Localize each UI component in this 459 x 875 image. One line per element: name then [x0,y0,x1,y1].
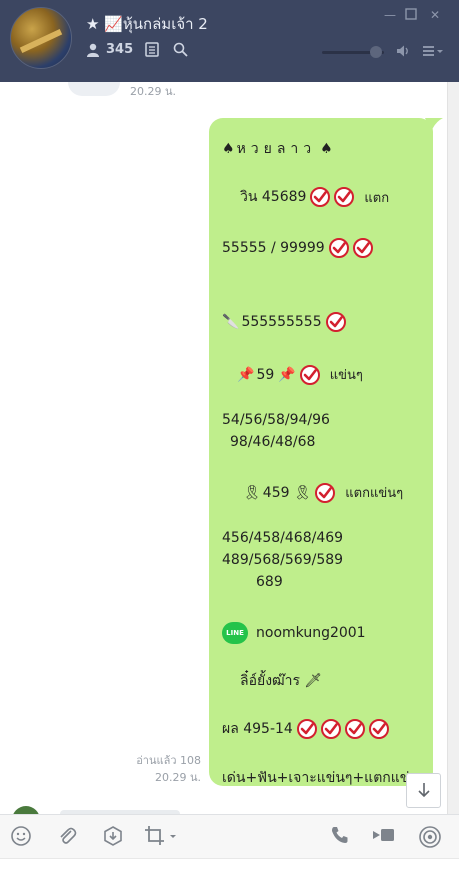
emoji-prefix: 🎗 [243,484,261,501]
message-line-text: วิน 45689 [240,189,307,205]
message-line: 🔪 555555555 [222,312,346,332]
emoji-icon[interactable] [10,825,32,851]
message-line-text: noomkung2001 [256,625,366,641]
read-time: 20.29 น. [154,771,201,784]
message-line: 54/56/58/94/96 [222,412,330,428]
emoji-prefix: 🔪 [222,314,240,330]
phone-icon[interactable] [330,825,350,849]
message-line: 689 [256,574,283,590]
volume-slider-knob[interactable] [370,46,382,58]
check-mark-icon [334,187,355,207]
emoji-suffix: 📌 [278,366,296,383]
message-line-text: 98/46/48/68 [230,434,316,450]
member-info: 345 [86,42,188,57]
message-line: วิน 45689 แตก [240,186,389,208]
check-mark-icon [320,719,341,739]
avatar[interactable] [12,806,40,814]
message-line-text: เด่น+ฟัน+เจาะแข่นๆ+แตกแข่นๆ [222,770,427,786]
message-line-suffix: แข่นๆ [329,368,363,383]
message-line-text: 489/568/569/589 [222,552,344,568]
message-line-suffix: แตก [364,190,390,206]
group-avatar[interactable] [10,7,72,69]
message-line: LINE noomkung2001 [222,622,366,644]
message-line: ผล 495-14 [222,718,389,740]
menu-icon[interactable] [422,44,444,62]
message-line: 55555 / 99999 [222,238,373,258]
message-line: 456/458/468/469 [222,530,343,546]
message-line-text: หวยลาว [236,141,317,157]
previous-message-bubble [68,82,120,96]
scrollbar[interactable] [447,82,459,814]
emoji-prefix: 📌 [237,366,255,383]
close-icon[interactable]: ✕ [428,8,442,22]
chat-area[interactable]: 20.29 น. ♠ หวยลาว ♠ วิน 45689 แตก 55555 / 999… [0,82,447,814]
check-mark-icon [368,719,389,739]
emoji-suffix: ♠ [320,141,333,157]
message-line: 98/46/48/68 [230,434,315,450]
emoji-suffix: 🎗 [293,484,312,501]
check-mark-icon [296,719,317,739]
message-line-text: 54/56/58/94/96 [222,412,330,428]
message-line-text: ลิ๋อ์ยั้งฒ๊าร [240,673,301,689]
check-mark-icon [328,238,349,258]
message-line: เด่น+ฟัน+เจาะแข่นๆ+แตกแข่นๆ [222,767,426,789]
message-line-text: 689 [256,574,283,590]
video-call-icon[interactable] [372,825,396,849]
attach-icon[interactable] [56,825,78,851]
check-mark-icon [344,719,365,739]
message-line: ลิ๋อ์ยั้งฒ๊าร 🗡 [240,670,322,692]
check-mark-icon [352,238,373,258]
message-line: 🎗 459 🎗 แตกแข่นๆ [243,482,403,503]
line-logo-icon: LINE [222,622,248,644]
read-status: อ่านแล้ว 108 [136,754,201,767]
live-broadcast-icon[interactable] [418,825,442,853]
message-line-text: ผล 495-14 [222,721,293,737]
notes-icon[interactable] [145,42,159,57]
person-icon [86,43,100,57]
message-toolbar [0,814,459,859]
member-count[interactable]: 345 [106,42,133,57]
screenshot-icon[interactable] [144,825,178,851]
message-line-text: 59 [256,366,275,383]
maximize-icon[interactable] [404,8,418,22]
search-icon[interactable] [173,42,188,57]
emoji-suffix: 🗡 [304,673,322,689]
message-line-text: 459 [262,484,290,501]
check-mark-icon [310,187,331,207]
scroll-down-button[interactable] [406,773,441,808]
message-line: ♠ หวยลาว ♠ [222,138,333,160]
message-input[interactable] [0,858,459,875]
message-line-text: 456/458/468/469 [222,530,344,546]
read-receipt: อ่านแล้ว 108 20.29 น. [136,752,201,786]
minimize-icon[interactable]: — [383,8,397,22]
bubble-tail [425,118,443,132]
check-mark-icon [299,364,320,385]
previous-message-time: 20.29 น. [130,85,177,98]
message-line-suffix: แตกแข่นๆ [345,486,404,501]
check-mark-icon [315,482,336,503]
download-icon[interactable] [102,825,124,851]
message-line: 489/568/569/589 [222,552,343,568]
speaker-icon[interactable] [396,44,410,62]
emoji-prefix: ♠ [222,141,235,157]
message-line-text: 555555555 [241,314,322,330]
chat-title: ★ 📈หุ้นกล่มเจ้า 2 [86,15,208,33]
chat-header: ★ 📈หุ้นกล่มเจ้า 2 345 — ✕ [0,0,459,82]
message-line-text: 55555 / 99999 [222,240,325,256]
check-mark-icon [325,312,346,332]
message-line: 📌 59 📌 แข่นๆ [237,364,363,385]
